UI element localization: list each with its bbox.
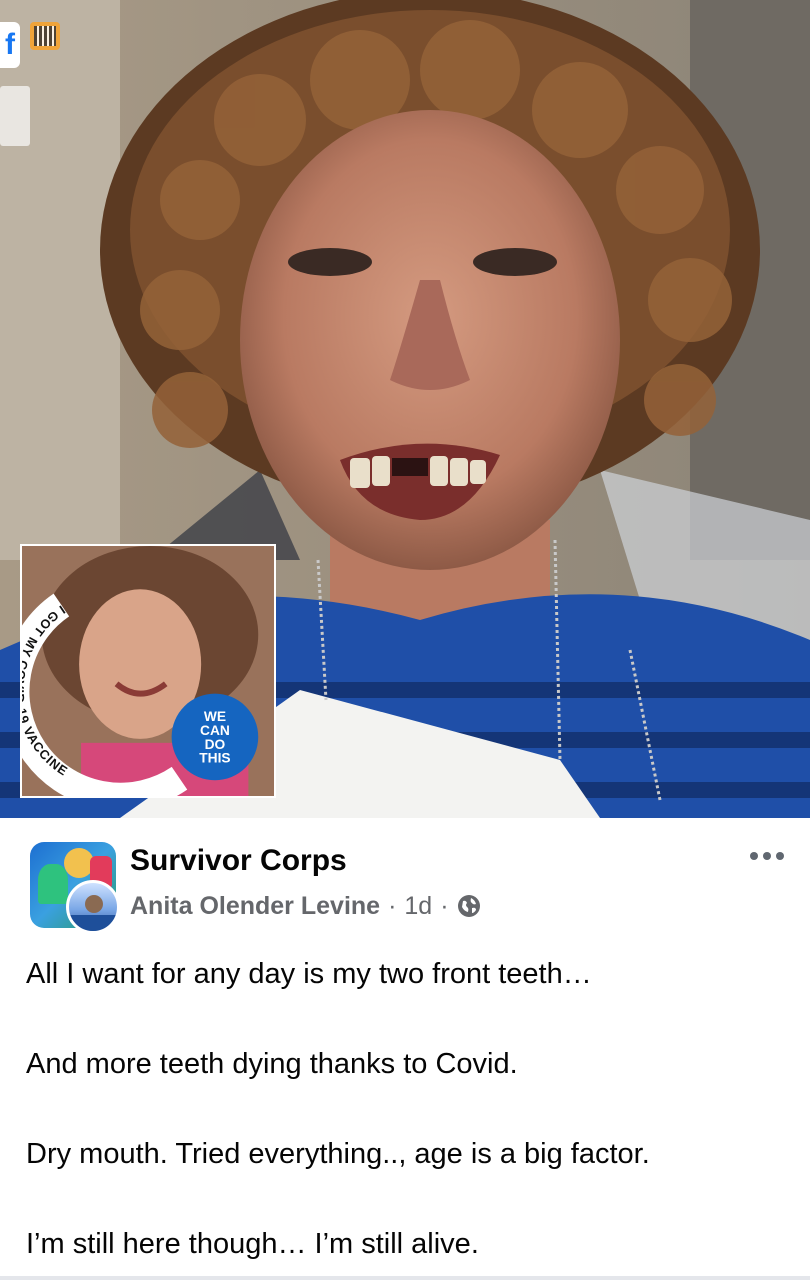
badge-line-2: CAN bbox=[200, 723, 230, 738]
facebook-logo-icon: f bbox=[0, 22, 20, 68]
author-name-link[interactable]: Anita Olender Levine bbox=[130, 892, 380, 921]
meta-separator: · bbox=[440, 891, 449, 920]
qr-code-icon bbox=[30, 22, 60, 50]
badge-line-3: DO bbox=[205, 737, 226, 752]
post-text: All I want for any day is my two front t… bbox=[26, 956, 786, 1280]
post-header: Survivor Corps Anita Olender Levine · 1d… bbox=[0, 818, 810, 934]
meta-separator: · bbox=[388, 891, 397, 920]
post-paragraph-3: Dry mouth. Tried everything.., age is a … bbox=[26, 1138, 650, 1170]
post-paragraph-4: I’m still here though… I’m still alive. bbox=[26, 1228, 479, 1260]
group-name-link[interactable]: Survivor Corps bbox=[130, 844, 347, 878]
badge-line-4: THIS bbox=[199, 751, 230, 766]
profile-frame-inset: I GOT MY COVID-19 VACCINE WE CAN DO THIS bbox=[20, 544, 276, 798]
post-photo[interactable]: f I GOT MY COVID-19 VACCINE WE CAN DO bbox=[0, 0, 810, 818]
badge-line-1: WE bbox=[204, 709, 226, 724]
globe-icon[interactable] bbox=[457, 894, 481, 918]
post-paragraph-1: All I want for any day is my two front t… bbox=[26, 958, 592, 990]
post-timestamp[interactable]: 1d bbox=[404, 892, 432, 921]
post-meta: Anita Olender Levine · 1d · bbox=[130, 890, 481, 922]
more-options-icon[interactable] bbox=[750, 848, 784, 864]
author-avatar[interactable] bbox=[66, 880, 120, 934]
post-paragraph-2: And more teeth dying thanks to Covid. bbox=[26, 1048, 518, 1080]
divider bbox=[0, 1276, 810, 1280]
